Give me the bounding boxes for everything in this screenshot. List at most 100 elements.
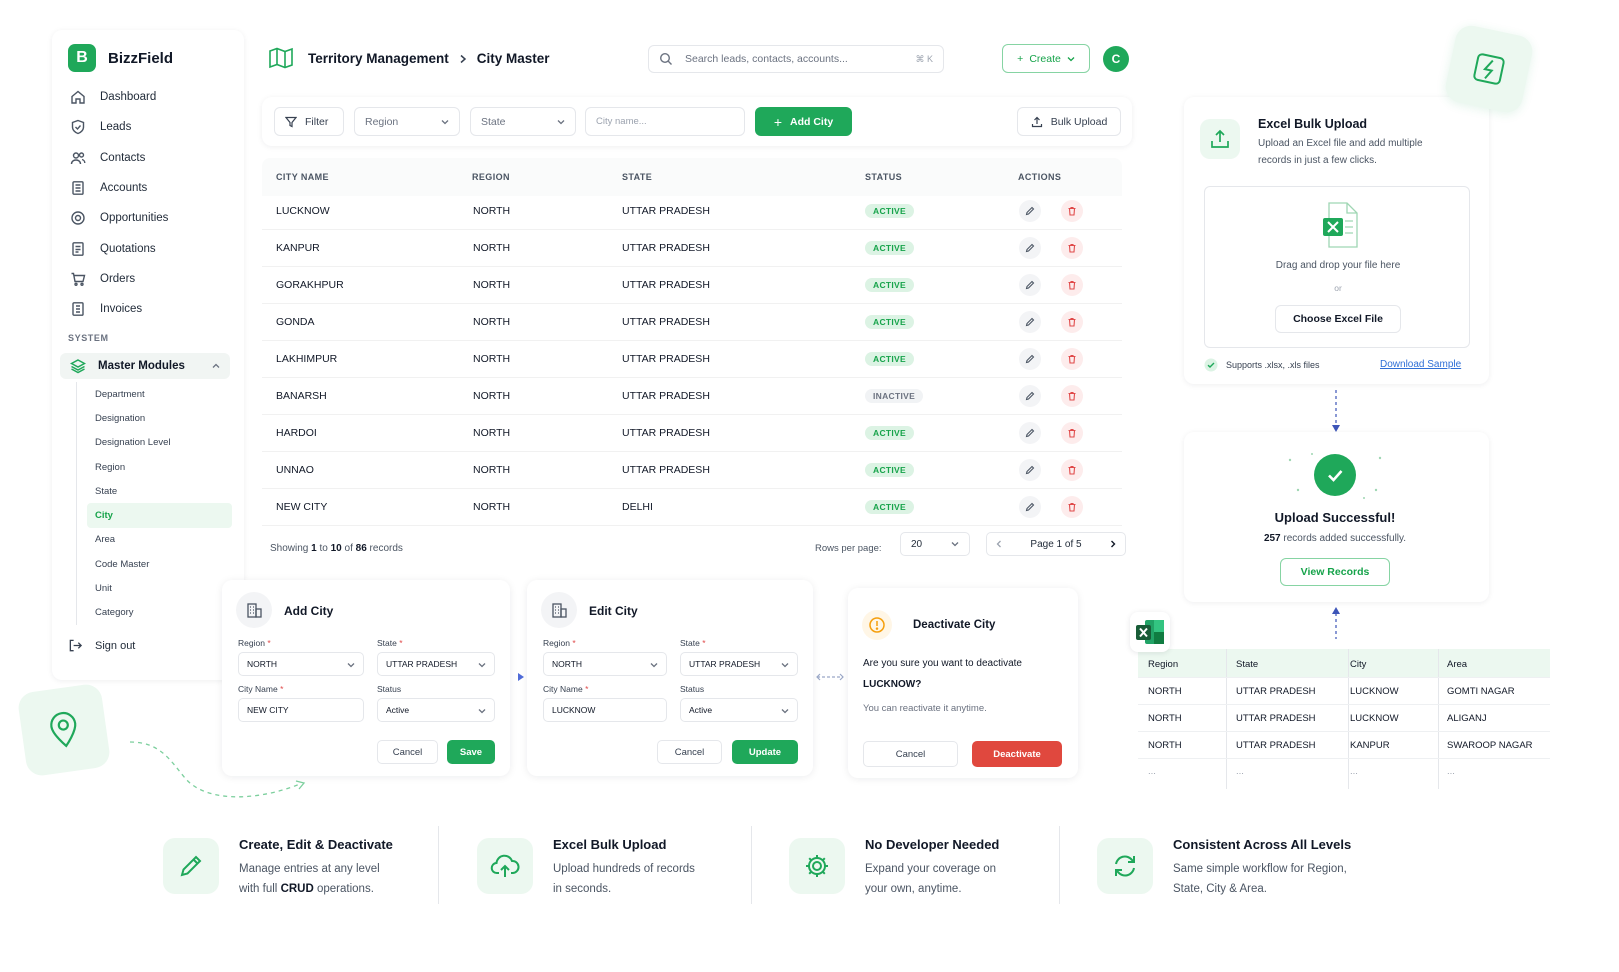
chevron-left-icon[interactable] [995, 540, 1003, 548]
filter-button[interactable]: Filter [274, 107, 344, 136]
delete-button[interactable] [1061, 311, 1083, 333]
city-name-field[interactable]: NEW CITY [238, 698, 364, 722]
sidebar-item-invoices[interactable]: Invoices [64, 294, 236, 324]
table-row[interactable]: GORAKHPUR NORTH UTTAR PRADESH ACTIVE [262, 267, 1122, 304]
delete-button[interactable] [1061, 459, 1083, 481]
status-value: Active [386, 705, 410, 715]
sidebar-sub-unit[interactable]: Unit [77, 576, 232, 600]
bulk-upload-button[interactable]: Bulk Upload [1017, 107, 1121, 136]
sidebar-sub-city[interactable]: City [87, 503, 232, 528]
deactivate-city-name: LUCKNOW? [863, 679, 922, 690]
delete-button[interactable] [1061, 422, 1083, 444]
table-row[interactable]: LAKHIMPUR NORTH UTTAR PRADESH ACTIVE [262, 341, 1122, 378]
sidebar-sub-designation-level[interactable]: Designation Level [77, 431, 232, 455]
deactivate-button[interactable]: Deactivate [972, 741, 1062, 767]
delete-button[interactable] [1061, 385, 1083, 407]
pagination: Page 1 of 5 [986, 532, 1126, 556]
breadcrumb-territory[interactable]: Territory Management [308, 51, 449, 66]
edit-button[interactable] [1019, 459, 1041, 481]
edit-button[interactable] [1019, 385, 1041, 407]
records-count: 257 [1263, 533, 1281, 544]
sign-out-button[interactable]: Sign out [68, 638, 135, 653]
sidebar-item-quotations[interactable]: Quotations [64, 233, 236, 263]
table-row[interactable]: KANPUR NORTH UTTAR PRADESH ACTIVE [262, 230, 1122, 267]
create-button[interactable]: + Create [1002, 44, 1090, 73]
drop-zone[interactable]: Drag and drop your file here or Choose E… [1204, 186, 1470, 348]
col-region[interactable]: REGION [472, 172, 510, 182]
table-row[interactable]: GONDA NORTH UTTAR PRADESH ACTIVE [262, 304, 1122, 341]
edit-button[interactable] [1019, 422, 1041, 444]
region-select[interactable]: Region [354, 107, 460, 136]
state-select[interactable]: UTTAR PRADESH [377, 652, 495, 676]
delete-button[interactable] [1061, 200, 1083, 222]
pencil-icon [1025, 243, 1035, 253]
download-sample-link[interactable]: Download Sample [1380, 359, 1461, 370]
table-row[interactable]: NEW CITY NORTH DELHI ACTIVE [262, 489, 1122, 526]
excel-header-row [1138, 649, 1550, 677]
city-name-input[interactable]: City name... [585, 107, 745, 136]
sidebar-sub-department[interactable]: Department [77, 382, 232, 406]
global-search-input[interactable]: Search leads, contacts, accounts... ⌘ K [648, 45, 944, 73]
sidebar-sub-code-master[interactable]: Code Master [77, 552, 232, 576]
cancel-button[interactable]: Cancel [377, 740, 438, 764]
edit-button[interactable] [1019, 237, 1041, 259]
edit-button[interactable] [1019, 496, 1041, 518]
add-city-label: Add City [790, 115, 834, 128]
col-state[interactable]: STATE [622, 172, 652, 182]
edit-button[interactable] [1019, 348, 1041, 370]
chevron-right-icon[interactable] [1109, 540, 1117, 548]
add-city-button[interactable]: + Add City [755, 107, 852, 136]
status-badge: ACTIVE [865, 500, 914, 514]
state-select[interactable]: UTTAR PRADESH [680, 652, 798, 676]
sidebar-item-master-modules[interactable]: Master Modules [60, 353, 230, 379]
table-row[interactable]: UNNAO NORTH UTTAR PRADESH ACTIVE [262, 452, 1122, 489]
region-select[interactable]: NORTH [543, 652, 667, 676]
table-row[interactable]: BANARSH NORTH UTTAR PRADESH INACTIVE [262, 378, 1122, 415]
delete-button[interactable] [1061, 274, 1083, 296]
sidebar-sub-region[interactable]: Region [77, 455, 232, 479]
edit-button[interactable] [1019, 200, 1041, 222]
feature-divider [751, 826, 752, 904]
upload-title: Excel Bulk Upload [1258, 117, 1368, 131]
table-row[interactable]: HARDOI NORTH UTTAR PRADESH ACTIVE [262, 415, 1122, 452]
sidebar-item-leads[interactable]: Leads [64, 112, 236, 142]
sidebar-item-accounts[interactable]: Accounts [64, 173, 236, 203]
col-city-name[interactable]: CITY NAME [276, 172, 329, 182]
sidebar-item-dashboard[interactable]: Dashboard [64, 82, 236, 112]
sidebar-item-contacts[interactable]: Contacts [64, 143, 236, 173]
avatar[interactable]: C [1103, 46, 1129, 72]
save-button[interactable]: Save [447, 740, 495, 764]
chevron-up-icon[interactable] [212, 362, 220, 370]
cell-city: HARDOI [276, 427, 317, 439]
cancel-button[interactable]: Cancel [863, 741, 958, 767]
choose-excel-file-button[interactable]: Choose Excel File [1275, 305, 1401, 333]
rows-per-page-select[interactable]: 20 [900, 532, 970, 556]
chevron-down-icon [650, 663, 658, 668]
status-select[interactable]: Active [377, 698, 495, 722]
state-select[interactable]: State [470, 107, 576, 136]
city-name-field[interactable]: LUCKNOW [543, 698, 667, 722]
status-select[interactable]: Active [680, 698, 798, 722]
edit-button[interactable] [1019, 311, 1041, 333]
trash-icon [1068, 354, 1076, 364]
region-select[interactable]: NORTH [238, 652, 364, 676]
sidebar-sub-state[interactable]: State [77, 479, 232, 503]
update-button[interactable]: Update [732, 740, 798, 764]
edit-button[interactable] [1019, 274, 1041, 296]
cell-region: NORTH [473, 390, 511, 402]
delete-button[interactable] [1061, 348, 1083, 370]
sidebar-item-orders[interactable]: Orders [64, 264, 236, 294]
delete-button[interactable] [1061, 237, 1083, 259]
sidebar-sub-category[interactable]: Category [77, 601, 232, 625]
col-status[interactable]: STATUS [865, 172, 902, 182]
delete-button[interactable] [1061, 496, 1083, 518]
sidebar-sub-designation[interactable]: Designation [77, 406, 232, 430]
cancel-button[interactable]: Cancel [657, 740, 722, 764]
sidebar-sub-area[interactable]: Area [77, 528, 232, 552]
sidebar-item-opportunities[interactable]: Opportunities [64, 203, 236, 233]
summary-total: 86 [355, 543, 367, 554]
table-row[interactable]: LUCKNOW NORTH UTTAR PRADESH ACTIVE [262, 193, 1122, 230]
feature-crud: Create, Edit & Deactivate Manage entries… [163, 830, 433, 910]
view-records-button[interactable]: View Records [1280, 558, 1390, 586]
gear-icon [789, 838, 845, 894]
